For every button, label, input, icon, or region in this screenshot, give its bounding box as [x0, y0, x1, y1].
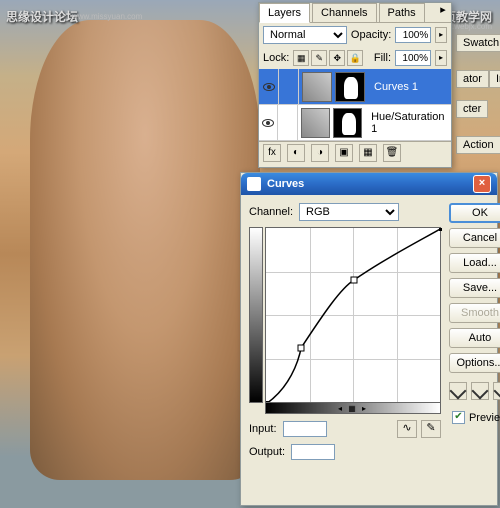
- lock-transparency-icon[interactable]: ▦: [293, 50, 309, 66]
- curve-line: [266, 228, 442, 404]
- layer-mask-thumb-icon[interactable]: [335, 72, 365, 102]
- layer-footer: fx ◐ ◑ ▣ ▦ 🗑: [259, 141, 451, 163]
- ok-button[interactable]: OK: [449, 203, 500, 223]
- auto-button[interactable]: Auto: [449, 328, 500, 348]
- fill-flyout-icon[interactable]: ▸: [435, 50, 447, 66]
- gray-point-dropper-icon[interactable]: [471, 382, 489, 400]
- trash-icon[interactable]: 🗑: [383, 144, 401, 162]
- preview-label: Preview: [469, 412, 500, 424]
- link-col[interactable]: [278, 105, 297, 141]
- layer-row-huesat[interactable]: Hue/Saturation 1: [259, 105, 451, 141]
- layer-list: Curves 1 Hue/Saturation 1: [259, 69, 451, 141]
- channel-label: Channel:: [249, 206, 293, 218]
- lock-pixels-icon[interactable]: ✎: [311, 50, 327, 66]
- output-value-field[interactable]: [291, 444, 335, 460]
- side-tab-group-3: cter: [456, 100, 488, 120]
- blend-row: Normal Opacity: ▸: [259, 23, 451, 47]
- panel-menu-icon[interactable]: ▸: [435, 3, 451, 22]
- channel-select[interactable]: RGB: [299, 203, 399, 221]
- input-label: Input:: [249, 423, 277, 435]
- opacity-label: Opacity:: [351, 29, 391, 41]
- save-button[interactable]: Save...: [449, 278, 500, 298]
- curves-title: Curves: [267, 178, 304, 190]
- adjustment-thumb-icon[interactable]: [301, 108, 330, 138]
- layers-tabs: Layers Channels Paths ▸: [259, 3, 451, 23]
- opacity-input[interactable]: [395, 27, 431, 43]
- adjust-icon[interactable]: ◑: [311, 144, 329, 162]
- lock-label: Lock:: [263, 52, 289, 64]
- preview-checkbox[interactable]: ✔: [452, 411, 465, 424]
- tab-paths[interactable]: Paths: [379, 3, 425, 22]
- folder-icon[interactable]: ▣: [335, 144, 353, 162]
- layer-name: Hue/Saturation 1: [371, 111, 451, 135]
- fx-icon[interactable]: fx: [263, 144, 281, 162]
- curve-point-tool-icon[interactable]: ∿: [397, 420, 417, 438]
- layer-name: Curves 1: [374, 81, 418, 93]
- fill-label: Fill:: [374, 52, 391, 64]
- side-tab-group-1: Swatch: [456, 34, 500, 54]
- input-value-field[interactable]: [283, 421, 327, 437]
- gradient-handles-icon[interactable]: ◂ ▦ ▸: [338, 404, 368, 413]
- tab-channels[interactable]: Channels: [312, 3, 376, 22]
- lock-row: Lock: ▦ ✎ ✥ 🔒 Fill: ▸: [259, 47, 451, 69]
- statue-image: [30, 20, 260, 480]
- blend-mode-select[interactable]: Normal: [263, 26, 347, 44]
- curves-titlebar[interactable]: Curves ×: [241, 173, 497, 195]
- output-gradient: [249, 227, 263, 403]
- options-button[interactable]: Options...: [449, 353, 500, 373]
- load-button[interactable]: Load...: [449, 253, 500, 273]
- curves-title-icon: [247, 177, 261, 191]
- side-tab-character[interactable]: cter: [456, 100, 488, 118]
- curves-dialog: Curves × Channel: RGB: [240, 172, 498, 506]
- side-tab-swatches[interactable]: Swatch: [456, 34, 500, 52]
- layer-row-curves[interactable]: Curves 1: [259, 69, 451, 105]
- fill-input[interactable]: [395, 50, 431, 66]
- cancel-button[interactable]: Cancel: [449, 228, 500, 248]
- input-gradient: ◂ ▦ ▸: [265, 402, 441, 414]
- close-icon[interactable]: ×: [473, 175, 491, 193]
- new-layer-icon[interactable]: ▦: [359, 144, 377, 162]
- smooth-button: Smooth: [449, 303, 500, 323]
- black-point-dropper-icon[interactable]: [449, 382, 467, 400]
- lock-position-icon[interactable]: ✥: [329, 50, 345, 66]
- lock-all-icon[interactable]: 🔒: [347, 50, 363, 66]
- side-tab-navigator[interactable]: ator: [456, 70, 489, 88]
- mask-icon[interactable]: ◐: [287, 144, 305, 162]
- curves-graph[interactable]: [265, 227, 441, 403]
- layers-panel: Layers Channels Paths ▸ Normal Opacity: …: [258, 2, 452, 168]
- curve-pencil-tool-icon[interactable]: ✎: [421, 420, 441, 438]
- layer-mask-thumb-icon[interactable]: [333, 108, 362, 138]
- side-tab-info[interactable]: Info: [489, 70, 500, 88]
- adjustment-thumb-icon[interactable]: [302, 72, 332, 102]
- tab-layers[interactable]: Layers: [259, 3, 310, 23]
- visibility-eye-icon[interactable]: [263, 83, 275, 91]
- output-label: Output:: [249, 446, 285, 458]
- side-tab-actions[interactable]: Action: [456, 136, 500, 154]
- visibility-eye-icon[interactable]: [262, 119, 274, 127]
- side-tab-group-4: Action: [456, 136, 500, 156]
- watermark-left-url: www.missyuan.com: [72, 12, 142, 21]
- link-col[interactable]: [279, 69, 299, 105]
- white-point-dropper-icon[interactable]: [493, 382, 500, 400]
- opacity-flyout-icon[interactable]: ▸: [435, 27, 447, 43]
- watermark-left: 思缘设计论坛: [6, 8, 78, 25]
- side-tab-group-2: ator Info: [456, 70, 500, 90]
